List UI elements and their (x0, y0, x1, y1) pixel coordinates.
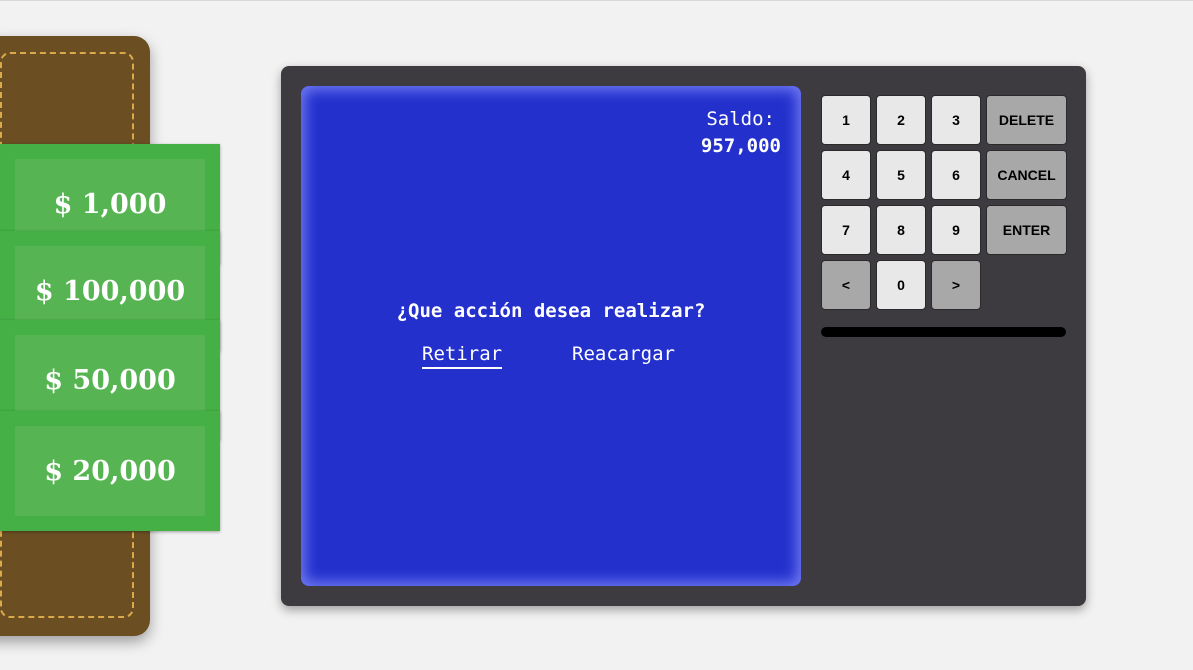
action-question: ¿Que acción desea realizar? (396, 300, 706, 322)
key-8[interactable]: 8 (876, 205, 926, 255)
withdraw-option[interactable]: Retirar (422, 343, 503, 369)
key-5[interactable]: 5 (876, 150, 926, 200)
key-4[interactable]: 4 (821, 150, 871, 200)
balance-value: 957,000 (700, 135, 781, 157)
bill-20000[interactable]: $ 20,000 (0, 411, 220, 531)
prev-button[interactable]: < (821, 260, 871, 310)
card-slot[interactable] (821, 327, 1066, 337)
key-7[interactable]: 7 (821, 205, 871, 255)
bill-amount: $ 100,000 (34, 275, 186, 307)
atm-screen: Saldo: 957,000 ¿Que acción desea realiza… (301, 86, 801, 586)
next-button[interactable]: > (931, 260, 981, 310)
top-border (0, 0, 1193, 1)
delete-button[interactable]: DELETE (986, 95, 1067, 145)
key-6[interactable]: 6 (931, 150, 981, 200)
key-1[interactable]: 1 (821, 95, 871, 145)
recharge-option[interactable]: Reacargar (572, 343, 675, 367)
cancel-button[interactable]: CANCEL (986, 150, 1067, 200)
bill-amount: $ 1,000 (53, 188, 167, 220)
key-3[interactable]: 3 (931, 95, 981, 145)
enter-button[interactable]: ENTER (986, 205, 1067, 255)
key-9[interactable]: 9 (931, 205, 981, 255)
bill-amount: $ 50,000 (44, 364, 176, 396)
bill-amount: $ 20,000 (44, 455, 176, 487)
key-0[interactable]: 0 (876, 260, 926, 310)
key-2[interactable]: 2 (876, 95, 926, 145)
atm-machine: Saldo: 957,000 ¿Que acción desea realiza… (281, 66, 1086, 606)
balance-label: Saldo: (706, 108, 775, 130)
bill-face: $ 20,000 (15, 426, 205, 516)
